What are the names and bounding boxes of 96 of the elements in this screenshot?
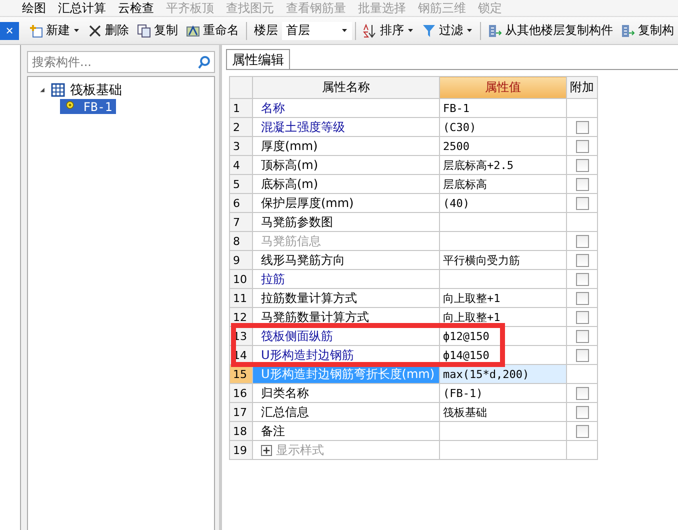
row-number: 11 bbox=[230, 288, 252, 308]
property-value[interactable]: FB-1 bbox=[440, 98, 566, 118]
row-number: 1 bbox=[230, 98, 252, 118]
property-name: 保护层厚度(mm) bbox=[252, 194, 440, 212]
property-name: 底标高(m) bbox=[252, 174, 440, 194]
floor-label: 楼层 bbox=[252, 22, 279, 39]
checkbox[interactable] bbox=[576, 235, 588, 248]
property-value[interactable] bbox=[440, 232, 566, 250]
property-value[interactable] bbox=[440, 270, 566, 288]
property-value[interactable]: 平行横向受力筋 bbox=[440, 250, 566, 270]
cross-icon bbox=[88, 24, 102, 38]
property-name: 顶标高(m) bbox=[252, 156, 440, 174]
property-name: 拉筋数量计算方式 bbox=[252, 288, 440, 308]
property-name: 归类名称 bbox=[252, 384, 440, 402]
rename-button[interactable]: 重命名 bbox=[182, 22, 244, 39]
close-button[interactable]: × bbox=[0, 22, 20, 40]
toolbar-item[interactable]: 云检查 bbox=[118, 0, 154, 16]
search-icon bbox=[197, 55, 211, 69]
row-number: 2 bbox=[230, 118, 252, 136]
property-value[interactable]: (C30) bbox=[440, 118, 566, 136]
checkbox[interactable] bbox=[576, 178, 588, 192]
checkbox[interactable] bbox=[576, 121, 588, 134]
checkbox[interactable] bbox=[576, 330, 588, 344]
property-name: 名称 bbox=[252, 98, 440, 118]
checkbox[interactable] bbox=[576, 197, 588, 210]
row-number: 3 bbox=[230, 136, 252, 156]
property-value[interactable]: 筏板基础 bbox=[440, 402, 566, 422]
property-value[interactable]: 层底标高+2.5 bbox=[440, 156, 566, 174]
layers-icon bbox=[488, 24, 502, 38]
column-header: 属性名称 bbox=[252, 76, 440, 98]
row-number: 17 bbox=[230, 402, 252, 422]
row-number: 7 bbox=[230, 212, 252, 232]
property-name: 厚度(mm) bbox=[252, 136, 440, 156]
checkbox[interactable] bbox=[576, 273, 588, 286]
property-name: 混凝土强度等级 bbox=[252, 118, 440, 136]
property-value[interactable]: 2500 bbox=[440, 136, 566, 156]
property-name: 汇总信息 bbox=[252, 402, 440, 422]
rename-icon bbox=[186, 24, 200, 38]
search-field[interactable]: 搜索构件... bbox=[27, 51, 215, 73]
row-number: 5 bbox=[230, 174, 252, 194]
row-number: 4 bbox=[230, 156, 252, 174]
checkbox[interactable] bbox=[576, 292, 588, 306]
property-value[interactable] bbox=[440, 440, 566, 460]
row-number: 19 bbox=[230, 440, 252, 460]
property-name: 马凳筋信息 bbox=[252, 232, 440, 250]
property-name: 马凳筋参数图 bbox=[252, 212, 440, 232]
row-number: 8 bbox=[230, 232, 252, 250]
property-name: 拉筋 bbox=[252, 270, 440, 288]
gear-icon bbox=[64, 99, 76, 111]
checkbox[interactable] bbox=[576, 406, 588, 420]
checkbox[interactable] bbox=[576, 387, 588, 400]
property-name: 显示样式 bbox=[252, 440, 440, 460]
plus-document-icon bbox=[29, 24, 44, 38]
caret-icon bbox=[407, 27, 414, 34]
property-value[interactable]: 向上取整+1 bbox=[440, 288, 566, 308]
sort-icon bbox=[363, 24, 378, 38]
row-number: 10 bbox=[230, 270, 252, 288]
property-name: 线形马凳筋方向 bbox=[252, 250, 440, 270]
property-value[interactable]: (40) bbox=[440, 194, 566, 212]
checkbox[interactable] bbox=[576, 159, 588, 172]
toolbar-item[interactable]: 绘图 bbox=[22, 0, 46, 16]
property-value[interactable] bbox=[440, 422, 566, 440]
property-value[interactable]: 层底标高 bbox=[440, 174, 566, 194]
column-header: 附加 bbox=[566, 76, 598, 98]
filter-icon bbox=[422, 24, 436, 38]
delete-button[interactable]: 删除 bbox=[84, 22, 134, 39]
copy-from-floor-button[interactable]: 从其他楼层复制构件 bbox=[484, 22, 617, 39]
copy-component-button[interactable]: 复制构 bbox=[616, 22, 678, 39]
caret-icon bbox=[73, 27, 80, 34]
property-value[interactable]: (FB-1) bbox=[440, 384, 566, 402]
sort-button[interactable]: 排序 bbox=[359, 22, 418, 39]
checkbox[interactable] bbox=[576, 140, 588, 154]
copy-button[interactable]: 复制 bbox=[133, 22, 182, 39]
grid-icon bbox=[51, 82, 65, 96]
row-number: 18 bbox=[230, 422, 252, 440]
row-number: 9 bbox=[230, 250, 252, 270]
toolbar-item[interactable]: 汇总计算 bbox=[58, 0, 106, 16]
filter-button[interactable]: 过滤 bbox=[418, 22, 478, 39]
property-name: 备注 bbox=[252, 422, 440, 440]
property-value[interactable] bbox=[440, 212, 566, 232]
layers-icon bbox=[620, 24, 635, 38]
row-number: 6 bbox=[230, 194, 252, 212]
row-number: 16 bbox=[230, 384, 252, 402]
tree-item[interactable]: 筏板基础 bbox=[68, 80, 124, 98]
checkbox[interactable] bbox=[576, 425, 588, 438]
new-button[interactable]: 新建 bbox=[25, 22, 84, 39]
tree-item[interactable]: FB-1 bbox=[60, 99, 116, 114]
panel-tab[interactable]: 属性编辑 bbox=[226, 49, 290, 69]
caret-icon bbox=[466, 27, 474, 34]
checkbox[interactable] bbox=[576, 254, 588, 268]
copy-icon bbox=[137, 24, 152, 38]
floor-dropdown[interactable]: 首层 bbox=[282, 22, 352, 40]
checkbox[interactable] bbox=[576, 311, 588, 324]
caret-icon bbox=[341, 27, 348, 34]
checkbox[interactable] bbox=[576, 349, 588, 362]
column-header: 属性值 bbox=[440, 76, 566, 98]
